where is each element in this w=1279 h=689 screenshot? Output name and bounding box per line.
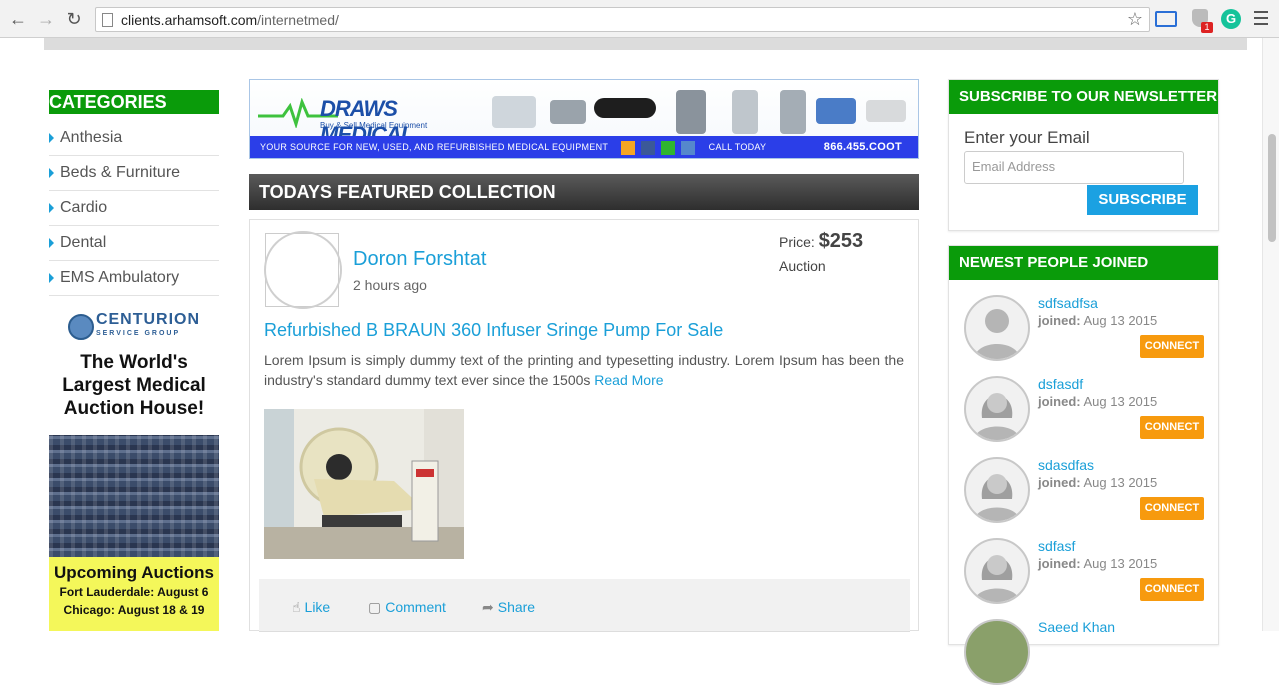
categories-heading: CATEGORIES: [49, 90, 219, 114]
equipment-image: [816, 98, 856, 124]
equipment-image: [866, 100, 906, 122]
browser-toolbar: ← → ↻ clients.arhamsoft.com/internetmed/…: [0, 0, 1279, 38]
female-avatar-icon: [974, 474, 1020, 521]
url-text: clients.arhamsoft.com/internetmed/: [121, 12, 339, 28]
like-button[interactable]: ☝ Like: [292, 599, 330, 616]
featured-heading: TODAYS FEATURED COLLECTION: [249, 174, 919, 210]
person-card: Saeed Khan: [964, 619, 1209, 689]
author-avatar[interactable]: [264, 231, 342, 309]
browser-menu-icon[interactable]: [1254, 11, 1268, 29]
globe-icon: [67, 314, 94, 340]
person-name[interactable]: Saeed Khan: [1038, 619, 1115, 635]
featured-post: Doron Forshtat 2 hours ago Price: $253 A…: [249, 219, 919, 632]
extension-badge: 1: [1201, 22, 1213, 33]
grammarly-icon[interactable]: G: [1221, 9, 1241, 29]
avatar[interactable]: [964, 538, 1030, 604]
person-card: sdasdfas joined: Aug 13 2015 CONNECT: [964, 457, 1209, 527]
equipment-image: [492, 96, 536, 128]
draws-medical-banner[interactable]: DRAWS MEDICAL Buy & Sell Medical Equipme…: [249, 79, 919, 159]
ad-location: Chicago: August 18 & 19: [63, 603, 205, 617]
connect-button[interactable]: CONNECT: [1140, 416, 1204, 439]
category-item[interactable]: Dental: [49, 226, 219, 261]
author-name[interactable]: Doron Forshtat: [353, 248, 486, 271]
centurion-logo: CENTURION SERVICE GROUP: [49, 305, 219, 341]
category-item[interactable]: Cardio: [49, 191, 219, 226]
equipment-image: [676, 90, 706, 134]
equipment-image: [780, 90, 806, 134]
price-type: Auction: [779, 258, 826, 274]
connect-button[interactable]: CONNECT: [1140, 335, 1204, 358]
people-heading: NEWEST PEOPLE JOINED: [949, 246, 1218, 280]
male-avatar-icon: [974, 309, 1020, 359]
connect-button[interactable]: CONNECT: [1140, 497, 1204, 520]
thumbs-up-icon: ☝: [292, 599, 301, 615]
equipment-image: [732, 90, 758, 134]
share-icon: ➦: [482, 599, 494, 615]
banner-strip: YOUR SOURCE FOR NEW, USED, AND REFURBISH…: [250, 136, 918, 158]
draws-medical-logo: DRAWS MEDICAL Buy & Sell Medical Equipme…: [258, 86, 488, 147]
person-joined: joined: Aug 13 2015: [1038, 556, 1158, 571]
person-joined: joined: Aug 13 2015: [1038, 313, 1158, 328]
person-joined: joined: Aug 13 2015: [1038, 475, 1158, 490]
category-item[interactable]: Anthesia: [49, 121, 219, 156]
reload-icon[interactable]: ↻: [64, 9, 84, 29]
social-icon: [640, 140, 655, 155]
newsletter-box: SUBSCRIBE TO OUR NEWSLETTER Enter your E…: [948, 79, 1219, 231]
social-icon: [660, 140, 675, 155]
person-card: sdfsadfsa joined: Aug 13 2015 CONNECT: [964, 295, 1209, 365]
category-item[interactable]: Beds & Furniture: [49, 156, 219, 191]
post-description: Lorem Ipsum is simply dummy text of the …: [264, 352, 904, 388]
comment-icon: ▢: [368, 599, 382, 615]
person-name[interactable]: dsfasdf: [1038, 376, 1083, 392]
connect-button[interactable]: CONNECT: [1140, 578, 1204, 601]
post-actions: ☝ Like ▢ Comment ➦ Share: [259, 579, 910, 632]
category-item[interactable]: EMS Ambulatory: [49, 261, 219, 296]
person-name[interactable]: sdasdfas: [1038, 457, 1094, 473]
page-top-bar: [44, 38, 1247, 50]
product-photo[interactable]: [264, 409, 464, 559]
person-card: sdfasf joined: Aug 13 2015 CONNECT: [964, 538, 1209, 608]
back-icon[interactable]: ←: [8, 9, 28, 29]
email-field[interactable]: Email Address: [964, 151, 1184, 184]
subscribe-button[interactable]: SUBSCRIBE: [1087, 185, 1198, 215]
bookmark-star-icon[interactable]: ☆: [1127, 9, 1143, 30]
avatar[interactable]: [964, 619, 1030, 685]
ad-upcoming: Upcoming Auctions: [54, 563, 214, 582]
newsletter-heading: SUBSCRIBE TO OUR NEWSLETTER: [949, 80, 1218, 114]
female-avatar-icon: [974, 393, 1020, 440]
scrollbar[interactable]: [1262, 38, 1279, 631]
cast-icon[interactable]: [1155, 11, 1177, 27]
equipment-image: [594, 98, 656, 118]
post-title[interactable]: Refurbished B BRAUN 360 Infuser Sringe P…: [264, 320, 723, 341]
address-bar[interactable]: clients.arhamsoft.com/internetmed/ ☆: [95, 7, 1150, 32]
read-more-link[interactable]: Read More: [594, 372, 663, 388]
avatar[interactable]: [964, 376, 1030, 442]
person-joined: joined: Aug 13 2015: [1038, 394, 1158, 409]
ad-location: Fort Lauderdale: August 6: [59, 585, 209, 599]
person-name[interactable]: sdfasf: [1038, 538, 1075, 554]
comment-button[interactable]: ▢ Comment: [368, 599, 446, 616]
avatar[interactable]: [964, 295, 1030, 361]
page-icon: [102, 13, 113, 27]
social-icon: [680, 140, 695, 155]
female-avatar-icon: [974, 555, 1020, 602]
category-list: Anthesia Beds & Furniture Cardio Dental …: [49, 121, 219, 296]
newest-people-box: NEWEST PEOPLE JOINED sdfsadfsa joined: A…: [948, 245, 1219, 685]
price: Price: $253: [779, 230, 864, 252]
centurion-ad[interactable]: CENTURION SERVICE GROUP The World's Large…: [49, 305, 219, 631]
person-name[interactable]: sdfsadfsa: [1038, 295, 1098, 311]
ad-tagline: The World's Largest Medical Auction Hous…: [62, 352, 206, 419]
scrollbar-thumb[interactable]: [1268, 134, 1276, 242]
auction-hall-photo: [49, 435, 219, 557]
post-time: 2 hours ago: [353, 277, 427, 293]
person-card: dsfasdf joined: Aug 13 2015 CONNECT: [964, 376, 1209, 446]
email-label: Enter your Email: [964, 128, 1090, 147]
equipment-image: [550, 100, 586, 124]
forward-icon[interactable]: →: [36, 9, 56, 29]
ct-scanner-image: [264, 409, 464, 559]
share-button[interactable]: ➦ Share: [482, 599, 535, 616]
social-icon: [620, 140, 635, 155]
avatar[interactable]: [964, 457, 1030, 523]
